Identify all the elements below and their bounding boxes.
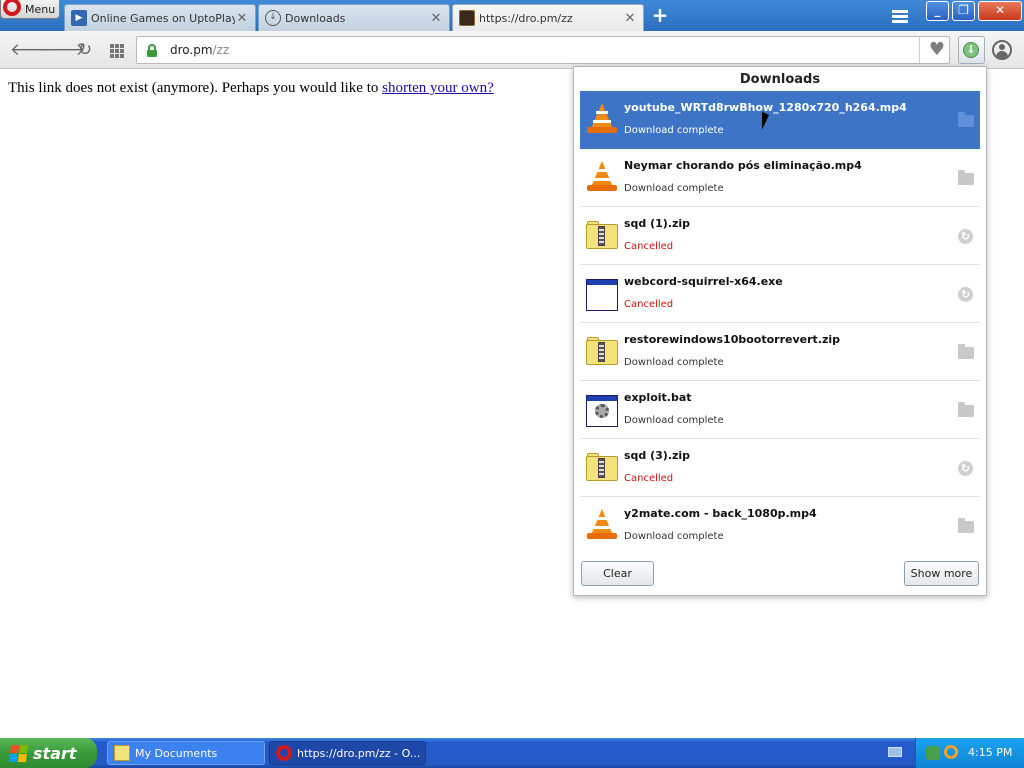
address-divider	[919, 37, 920, 63]
download-status: Download complete	[624, 125, 724, 136]
retry-icon[interactable]: ↻	[958, 229, 974, 244]
tab-title: Downloads	[285, 11, 346, 25]
download-name: restorewindows10bootorrevert.zip	[624, 333, 840, 346]
menu-label: Menu	[25, 2, 56, 16]
folder-icon[interactable]	[958, 112, 974, 127]
system-tray: 4:15 PM	[915, 738, 1024, 768]
folder-icon[interactable]	[958, 170, 974, 185]
clear-button[interactable]: Clear	[581, 561, 654, 586]
forward-icon[interactable]: 🡒	[40, 39, 86, 61]
browser-toolbar: 🡐 🡒 ↻ dro.pm/zz ♥ ↓	[0, 31, 1024, 69]
taskbar: start My Documents https://dro.pm/zz - O…	[0, 738, 1024, 768]
close-tab-icon[interactable]: ✕	[429, 11, 443, 26]
clock: 4:15 PM	[968, 746, 1013, 759]
zip-icon	[586, 337, 618, 369]
task-label: My Documents	[135, 746, 218, 760]
keyboard-icon[interactable]	[888, 747, 902, 757]
download-name: sqd (3).zip	[624, 449, 691, 462]
opera-logo-icon	[3, 0, 21, 16]
vlc-icon	[586, 509, 618, 541]
download-item[interactable]: youtube_WRTd8rwBhow_1280x720_h264.mp4 Do…	[580, 91, 980, 149]
taskbar-item-opera[interactable]: https://dro.pm/zz - O...	[269, 741, 426, 765]
address-bar[interactable]: dro.pm/zz ♥	[136, 36, 950, 64]
download-item[interactable]: webcord-squirrel-x64.exe Cancelled ↻	[580, 265, 980, 323]
folder-icon[interactable]	[958, 402, 974, 417]
download-status: Cancelled	[624, 473, 674, 484]
download-name: sqd (1).zip	[624, 217, 691, 230]
speed-dial-icon[interactable]	[106, 39, 128, 61]
taskbar-item-my-documents[interactable]: My Documents	[107, 741, 265, 765]
close-window-button[interactable]: ✕	[978, 1, 1022, 21]
site-icon	[459, 10, 475, 26]
back-icon[interactable]: 🡐	[10, 39, 56, 61]
tab-title: Online Games on UptoPlay —	[91, 11, 235, 25]
retry-icon[interactable]: ↻	[958, 287, 974, 302]
uptoplay-icon: ▶	[71, 10, 87, 26]
download-status: Download complete	[624, 415, 724, 426]
download-status: Download complete	[624, 531, 724, 542]
search-icon[interactable]	[944, 745, 958, 759]
task-label: https://dro.pm/zz - O...	[297, 746, 421, 760]
account-icon[interactable]	[992, 40, 1012, 60]
download-item[interactable]: exploit.bat Download complete	[580, 381, 980, 439]
close-tab-icon[interactable]: ✕	[623, 11, 637, 26]
heart-icon[interactable]: ♥	[927, 40, 947, 60]
maximize-button[interactable]: ❐	[952, 1, 975, 21]
tab-strip: Menu ▶ Online Games on UptoPlay — ✕ ↓ Do…	[0, 0, 1024, 31]
tab-uptoplay[interactable]: ▶ Online Games on UptoPlay — ✕	[64, 4, 256, 31]
folder-icon[interactable]	[958, 344, 974, 359]
opera-logo-icon	[276, 745, 292, 761]
download-item[interactable]: restorewindows10bootorrevert.zip Downloa…	[580, 323, 980, 381]
download-name: y2mate.com - back_1080p.mp4	[624, 507, 817, 520]
show-more-button[interactable]: Show more	[904, 561, 979, 586]
download-icon: ↓	[963, 42, 979, 58]
network-icon[interactable]	[926, 746, 940, 760]
downloads-button[interactable]: ↓	[958, 36, 985, 64]
tab-dro-pm[interactable]: https://dro.pm/zz ✕	[452, 4, 644, 31]
download-status: Download complete	[624, 183, 724, 194]
folder-icon[interactable]	[958, 518, 974, 533]
lock-icon	[147, 44, 157, 57]
zip-icon	[586, 221, 618, 253]
download-name: Neymar chorando pós eliminação.mp4	[624, 159, 862, 172]
download-item[interactable]: y2mate.com - back_1080p.mp4 Download com…	[580, 497, 980, 555]
download-status: Cancelled	[624, 299, 674, 310]
downloads-title: Downloads	[739, 72, 821, 87]
opera-menu-button[interactable]: Menu	[0, 0, 60, 19]
download-icon: ↓	[265, 10, 281, 26]
folder-icon	[114, 745, 130, 761]
tab-downloads[interactable]: ↓ Downloads ✕	[258, 4, 450, 31]
download-name: exploit.bat	[624, 391, 692, 404]
tab-menu-icon[interactable]	[890, 8, 910, 24]
page-message: This link does not exist (anymore). Perh…	[8, 80, 494, 97]
exe-icon	[586, 279, 618, 311]
tab-title: https://dro.pm/zz	[479, 11, 573, 25]
new-tab-button[interactable]: +	[650, 5, 670, 26]
bat-icon	[586, 395, 618, 427]
download-name: webcord-squirrel-x64.exe	[624, 275, 783, 288]
windows-logo-icon	[8, 744, 29, 762]
start-button[interactable]: start	[0, 738, 97, 768]
download-item[interactable]: sqd (3).zip Cancelled ↻	[580, 439, 980, 497]
shorten-link[interactable]: shorten your own?	[382, 80, 494, 96]
minimize-button[interactable]: _	[926, 1, 949, 21]
vlc-icon	[586, 161, 618, 193]
download-item[interactable]: Neymar chorando pós eliminação.mp4 Downl…	[580, 149, 980, 207]
download-status: Cancelled	[624, 241, 674, 252]
message-text: This link does not exist (anymore). Perh…	[8, 80, 383, 96]
url-text[interactable]: dro.pm/zz	[170, 43, 229, 57]
download-name: youtube_WRTd8rwBhow_1280x720_h264.mp4	[624, 101, 907, 114]
vlc-icon	[586, 103, 618, 135]
start-label: start	[33, 743, 77, 763]
close-tab-icon[interactable]: ✕	[235, 11, 249, 26]
download-status: Download complete	[624, 357, 724, 368]
download-item[interactable]: sqd (1).zip Cancelled ↻	[580, 207, 980, 265]
zip-icon	[586, 453, 618, 485]
retry-icon[interactable]: ↻	[958, 461, 974, 476]
downloads-popup: Downloads youtube_WRTd8rwBhow_1280x720_h…	[573, 66, 987, 596]
reload-icon[interactable]: ↻	[74, 39, 96, 61]
